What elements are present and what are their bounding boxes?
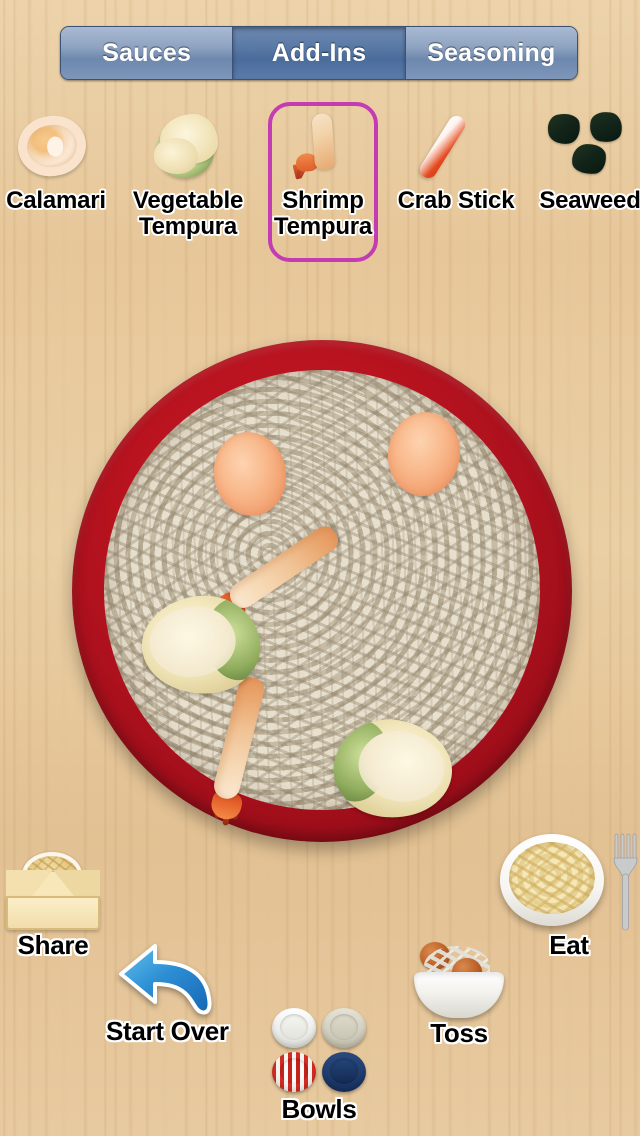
- start-over-button[interactable]: Start Over: [106, 940, 229, 1047]
- eat-label: Eat: [549, 930, 589, 960]
- category-segmented-control[interactable]: Sauces Add-Ins Seasoning: [60, 26, 578, 80]
- noodle-bowl[interactable]: [72, 340, 572, 842]
- seaweed-icon: [540, 106, 640, 188]
- picker-item-calamari[interactable]: Calamari: [4, 106, 108, 266]
- shrimp-tempura-icon: [273, 106, 373, 188]
- picker-item-shrimp-tempura-label-2: Tempura: [273, 213, 373, 240]
- toss-button[interactable]: Toss: [412, 938, 506, 1049]
- share-label: Share: [17, 930, 89, 960]
- bowls-label: Bowls: [281, 1094, 357, 1124]
- bowl-swatch-red-striped[interactable]: [272, 1052, 316, 1092]
- tab-seasoning-label: Seasoning: [427, 38, 556, 67]
- ingredient-picker-row: Calamari Vegetable Tempura Shrimp Tempur…: [0, 100, 640, 270]
- tab-seasoning[interactable]: Seasoning: [405, 27, 577, 79]
- bowl-swatch-beige[interactable]: [322, 1008, 366, 1048]
- fork-icon: [612, 832, 638, 932]
- picker-item-vegetable-tempura-label-1: Vegetable: [132, 187, 244, 214]
- picker-item-crab-stick-label: Crab Stick: [397, 187, 515, 214]
- share-envelope-icon: [4, 852, 102, 930]
- tab-sauces-label: Sauces: [102, 38, 192, 67]
- bowls-button[interactable]: Bowls: [270, 1008, 368, 1125]
- toss-label: Toss: [430, 1018, 488, 1048]
- picker-item-seaweed[interactable]: Seaweed: [538, 106, 640, 266]
- start-over-label: Start Over: [106, 1016, 229, 1046]
- picker-item-shrimp-tempura[interactable]: Shrimp Tempura: [268, 102, 378, 262]
- eat-pasta-icon: [500, 832, 638, 932]
- picker-item-seaweed-label: Seaweed: [539, 187, 640, 214]
- bowl-swatch-white[interactable]: [272, 1008, 316, 1048]
- picker-item-vegetable-tempura-label-2: Tempura: [138, 213, 238, 240]
- picker-item-calamari-label: Calamari: [6, 187, 106, 214]
- share-button[interactable]: Share: [4, 852, 102, 961]
- vegetable-tempura-icon: [138, 106, 238, 188]
- bowl-swatches[interactable]: [270, 1008, 368, 1094]
- picker-item-vegetable-tempura[interactable]: Vegetable Tempura: [132, 106, 244, 266]
- crab-stick-icon: [406, 106, 506, 188]
- tab-sauces[interactable]: Sauces: [61, 27, 234, 79]
- noodles: [104, 370, 540, 810]
- calamari-icon: [6, 106, 106, 188]
- eat-button[interactable]: Eat: [500, 832, 638, 961]
- undo-arrow-icon: [115, 940, 219, 1016]
- picker-item-shrimp-tempura-label-1: Shrimp: [282, 187, 364, 214]
- tab-add-ins[interactable]: Add-Ins: [233, 27, 406, 79]
- tab-add-ins-label: Add-Ins: [271, 38, 367, 67]
- picker-item-crab-stick[interactable]: Crab Stick: [398, 106, 515, 266]
- bowl-swatch-navy[interactable]: [322, 1052, 366, 1092]
- toss-bowl-icon: [412, 938, 506, 1018]
